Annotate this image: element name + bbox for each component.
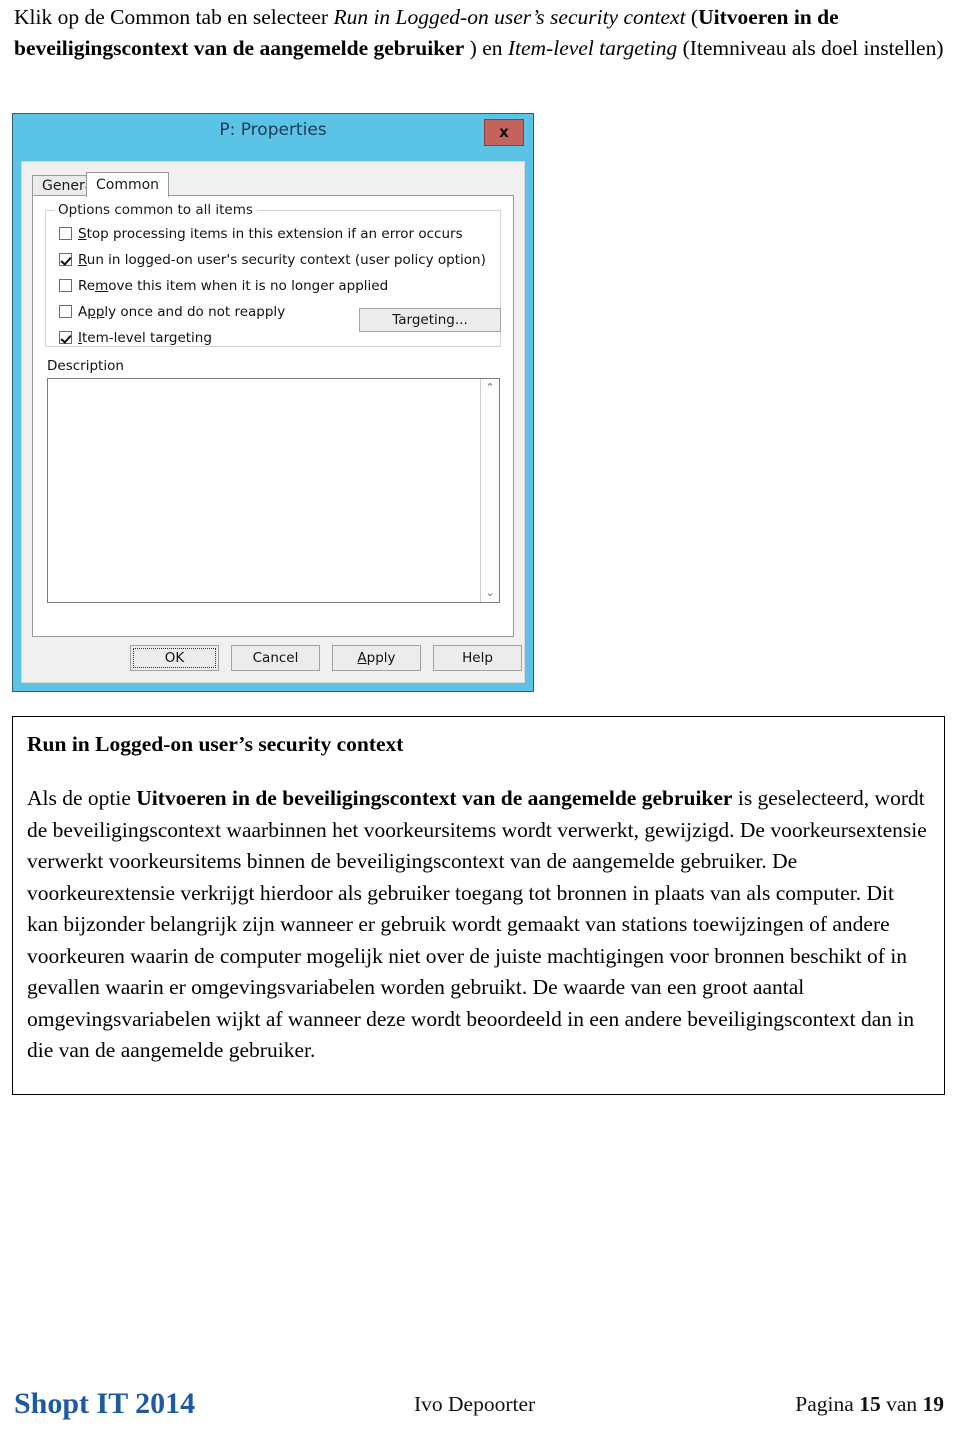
footer-page-total: 19 [922,1392,945,1416]
footer-brand: Shopt IT 2014 [14,1387,196,1420]
scroll-down-icon[interactable]: ⌄ [481,584,499,602]
footer-page-mid: van [880,1392,923,1416]
footer-page-indicator: Pagina 15 van 19 [795,1385,944,1423]
intro-paragraph: Klik op de Common tab en selecteer Run i… [14,2,944,64]
intro-text-3: ) en [464,36,508,60]
article-body-pre: Als de optie [27,786,137,810]
targeting-button[interactable]: Targeting... [359,308,501,332]
checkbox-apply-once-accesskey: pp [87,304,105,320]
description-textarea[interactable]: ⌃ ⌄ [47,378,500,603]
article-body-strong: Uitvoeren in de beveiligingscontext van … [136,786,733,810]
checkbox-remove-item-label-pre: Re [78,278,96,294]
apply-button-label: pply [366,650,396,666]
checkbox-item-level-targeting-label: tem-level targeting [81,330,212,346]
checkbox-stop-processing-accesskey: S [78,226,87,242]
tabstrip: General Common [32,172,514,197]
properties-dialog-screenshot: P: Properties x General Common Options c… [12,113,534,692]
checkbox-row-stop-processing[interactable]: Stop processing items in this extension … [59,223,463,245]
targeting-button-label: argeting... [398,312,468,328]
dialog-title: P: Properties [219,120,327,140]
article-box: Run in Logged-on user’s security context… [12,716,945,1095]
apply-button[interactable]: Apply [332,645,421,671]
intro-emphasis-2: Item-level targeting [507,36,678,60]
checkbox-remove-item-accesskey: m [95,278,109,294]
footer-page-pre: Pagina [795,1392,860,1416]
article-heading: Run in Logged-on user’s security context [27,732,404,756]
checkbox-remove-item-icon[interactable] [59,279,72,292]
checkbox-row-run-in-logged-on-user-context[interactable]: Run in logged-on user's security context… [59,249,486,271]
checkbox-run-in-logged-on-user-context-icon[interactable] [59,253,72,266]
checkbox-remove-item-label: ove this item when it is no longer appli… [108,278,389,294]
checkbox-apply-once-label: ly once and do not reapply [104,304,286,320]
checkbox-item-level-targeting-icon[interactable] [59,331,72,344]
description-label: Description [47,358,124,374]
checkbox-run-in-logged-on-user-context-label: un in logged-on user's security context … [86,252,486,268]
help-button[interactable]: Help [433,645,522,671]
scroll-up-icon[interactable]: ⌃ [481,379,499,397]
options-groupbox-title: Options common to all items [54,202,257,218]
intro-text-1: Klik op de Common tab en selecteer [14,5,334,29]
ok-button[interactable]: OK [130,645,219,671]
description-scrollbar[interactable]: ⌃ ⌄ [480,379,499,602]
checkbox-run-accesskey: R [78,252,87,268]
dialog-button-row: OK Cancel Apply Help [22,645,524,673]
intro-emphasis-1: Run in Logged-on user’s security context [333,5,686,29]
checkbox-apply-once-icon[interactable] [59,305,72,318]
tab-page-common: Options common to all items Stop process… [32,195,514,637]
intro-text-4: (Itemniveau als doel instellen) [677,36,944,60]
checkbox-stop-processing-icon[interactable] [59,227,72,240]
cancel-button[interactable]: Cancel [231,645,320,671]
intro-text-2: ( [685,5,699,29]
description-label-accesskey: D [47,358,58,374]
article-body-post: is geselecteerd, wordt de beveiligingsco… [27,786,927,1062]
description-label-text: escription [57,358,124,374]
page-footer: Shopt IT 2014 Ivo Depoorter Pagina 15 va… [14,1385,944,1425]
footer-author: Ivo Depoorter [414,1392,536,1416]
article-body: Als de optie Uitvoeren in de beveiliging… [27,783,930,1067]
checkbox-row-remove-item[interactable]: Remove this item when it is no longer ap… [59,275,388,297]
dialog-client-area: General Common Options common to all ite… [21,161,525,683]
close-icon[interactable]: x [484,119,524,146]
footer-page-number: 15 [859,1392,881,1416]
checkbox-apply-once-label-pre: A [78,304,88,320]
apply-button-accesskey: A [357,650,367,666]
checkbox-row-item-level-targeting[interactable]: Item-level targeting [59,327,212,349]
footer-divider [0,1378,960,1379]
tab-common[interactable]: Common [86,172,170,197]
checkbox-stop-processing-label: top processing items in this extension i… [86,226,463,242]
checkbox-row-apply-once[interactable]: Apply once and do not reapply [59,301,285,323]
